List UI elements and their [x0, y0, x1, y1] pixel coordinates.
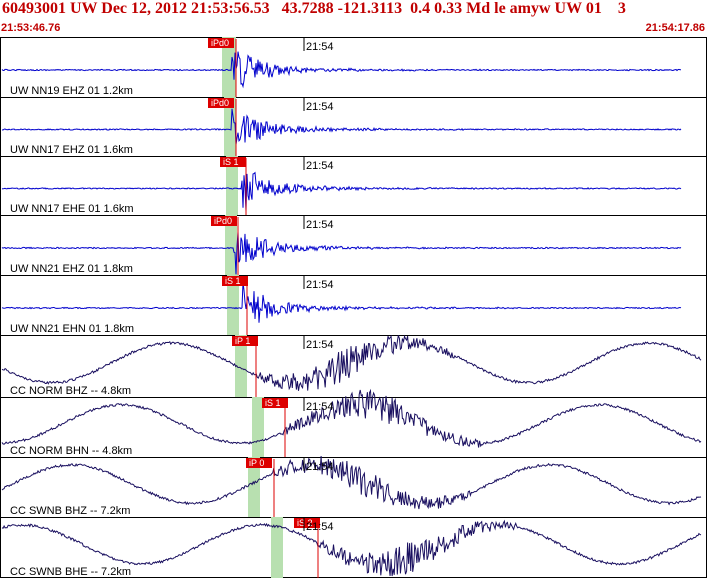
pick-label: iP 1: [235, 336, 250, 346]
waveform: [1, 388, 702, 448]
header: 60493001 UW Dec 12, 2012 21:53:56.53 43.…: [0, 0, 707, 37]
pick-label: iP 0: [249, 458, 264, 468]
waveform: [1, 334, 702, 391]
pick-label: iPd0: [211, 98, 229, 108]
time-tick-label: 21:54: [306, 101, 334, 113]
waveform: [1, 455, 702, 510]
pick-label: iPd0: [214, 216, 232, 226]
waveform: [1, 108, 682, 145]
pick-label: iS 1: [223, 157, 239, 167]
time-tick-label: 21:54: [306, 279, 334, 291]
trace-panel[interactable]: iS 1 21:54 UW NN21 EHN 01 1.8km: [0, 275, 707, 336]
time-tick-label: 21:54: [306, 160, 334, 172]
station-label: CC NORM BHN -- 4.8km: [10, 445, 132, 457]
pick-label: iS 1: [265, 398, 281, 408]
pick-label: iS 1: [225, 276, 241, 286]
trace-panel[interactable]: iP 1 21:54 CC NORM BHZ -- 4.8km: [0, 334, 707, 398]
station-label: UW NN17 EHE 01 1.6km: [10, 203, 133, 215]
station-label: CC NORM BHZ -- 4.8km: [10, 385, 131, 397]
event-title: 60493001 UW Dec 12, 2012 21:53:56.53 43.…: [2, 0, 626, 17]
trace-panel[interactable]: iS 1 21:54 CC NORM BHN -- 4.8km: [0, 388, 707, 458]
trace-panel[interactable]: iPd0 21:54 UW NN17 EHZ 01 1.6km: [0, 97, 707, 157]
waveform: [1, 51, 682, 89]
trace-panel[interactable]: iPd0 21:54 UW NN21 EHZ 01 1.8km: [0, 215, 707, 276]
waveform: [1, 282, 682, 323]
time-tick-label: 21:54: [306, 339, 334, 351]
time-tick-label: 21:54: [306, 461, 334, 473]
trace-panel[interactable]: iPd0 21:54 UW NN19 EHZ 01 1.2km: [0, 37, 707, 98]
station-label: UW NN19 EHZ 01 1.2km: [10, 85, 133, 97]
pick-label: iPd0: [211, 38, 229, 48]
station-label: UW NN17 EHZ 01 1.6km: [10, 144, 133, 156]
station-label: CC SWNB BHE -- 7.2km: [10, 566, 131, 578]
trace-panel[interactable]: iS 1 21:54 UW NN17 EHE 01 1.6km: [0, 156, 707, 216]
trace-panel[interactable]: iS 221:54CC SWNB BHE -- 7.2km: [0, 517, 707, 578]
start-time: 21:53:46.76: [1, 22, 61, 34]
trace-panel[interactable]: iP 0 21:54 CC SWNB BHZ -- 7.2km: [0, 455, 707, 518]
time-tick-label: 21:54: [306, 521, 334, 533]
time-tick-label: 21:54: [306, 219, 334, 231]
end-time: 21:54:17.86: [645, 22, 705, 34]
station-label: UW NN21 EHN 01 1.8km: [10, 323, 134, 335]
time-tick-label: 21:54: [306, 401, 334, 413]
time-tick-label: 21:54: [306, 41, 334, 53]
station-label: CC SWNB BHZ -- 7.2km: [10, 505, 130, 517]
seismogram-display[interactable]: iPd0 21:54 UW NN19 EHZ 01 1.2km iPd0 21:54 UW…: [0, 37, 707, 578]
station-label: UW NN21 EHZ 01 1.8km: [10, 263, 133, 275]
